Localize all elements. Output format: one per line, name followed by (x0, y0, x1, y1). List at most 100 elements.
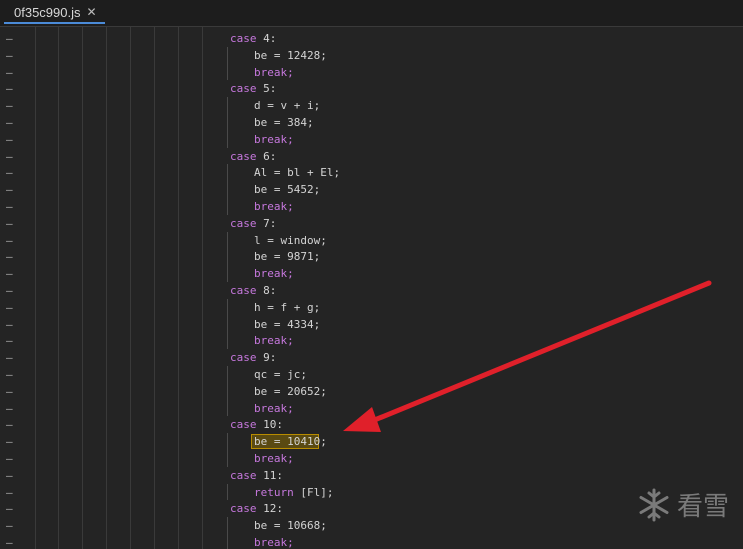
gutter-marker[interactable]: – (6, 332, 13, 349)
code-line[interactable]: – case 10: (0, 416, 743, 433)
code-line[interactable]: – be = 4334; (0, 316, 743, 333)
gutter-marker[interactable]: – (6, 248, 13, 265)
keyword-token: break; (254, 536, 294, 549)
code-token: 5: (263, 82, 277, 96)
code-line[interactable]: – case 9: (0, 349, 743, 366)
code-line[interactable]: – d = v + i; (0, 97, 743, 114)
code-line[interactable]: – break; (0, 400, 743, 417)
code-text: case 8: (230, 282, 276, 299)
gutter-marker[interactable]: – (6, 131, 13, 148)
code-line[interactable]: – case 11: (0, 467, 743, 484)
code-line[interactable]: – be = 10668; (0, 517, 743, 534)
code-text: d = v + i; (254, 97, 320, 114)
code-line[interactable]: – Al = bl + El; (0, 164, 743, 181)
gutter-marker[interactable]: – (6, 215, 13, 232)
gutter-marker[interactable]: – (6, 114, 13, 131)
gutter-marker[interactable]: – (6, 517, 13, 534)
watermark-text: 看雪 (676, 492, 729, 522)
code-text: case 7: (230, 215, 276, 232)
gutter-marker[interactable]: – (6, 383, 13, 400)
case-indent-guide (227, 483, 228, 501)
gutter-marker[interactable]: – (6, 47, 13, 64)
code-line[interactable]: – break; (0, 131, 743, 148)
gutter-marker[interactable]: – (6, 500, 13, 517)
code-text: break; (254, 198, 294, 215)
gutter-marker[interactable]: – (6, 97, 13, 114)
code-token: be = 384; (254, 116, 314, 129)
code-line[interactable]: – case 12: (0, 500, 743, 517)
code-text: case 6: (230, 148, 276, 165)
gutter-marker[interactable]: – (6, 198, 13, 215)
code-line[interactable]: – l = window; (0, 232, 743, 249)
code-line[interactable]: – return [Fl]; (0, 484, 743, 501)
code-line[interactable]: – case 7: (0, 215, 743, 232)
code-text: break; (254, 400, 294, 417)
code-line[interactable]: – h = f + g; (0, 299, 743, 316)
case-indent-guide (227, 433, 228, 467)
gutter-marker[interactable]: – (6, 148, 13, 165)
gutter-marker[interactable]: – (6, 232, 13, 249)
code-line[interactable]: – break; (0, 450, 743, 467)
gutter-marker[interactable]: – (6, 433, 13, 450)
gutter-marker[interactable]: – (6, 467, 13, 484)
code-text: break; (254, 534, 294, 549)
gutter-marker[interactable]: – (6, 181, 13, 198)
gutter-marker[interactable]: – (6, 534, 13, 549)
code-token: 7: (263, 216, 277, 230)
keyword-token: case (230, 502, 264, 516)
gutter-marker[interactable]: – (6, 400, 13, 417)
gutter-marker[interactable]: – (6, 450, 13, 467)
keyword-token: break; (254, 401, 294, 415)
code-line[interactable]: – case 5: (0, 80, 743, 97)
code-text: Al = bl + El; (254, 164, 340, 181)
code-line[interactable]: – qc = jc; (0, 366, 743, 383)
gutter-marker[interactable]: – (6, 316, 13, 333)
code-text: case 10: (230, 416, 283, 433)
gutter-marker[interactable]: – (6, 299, 13, 316)
code-editor[interactable]: – case 4: – be = 12428; – break; – case 5: – d = … (0, 27, 743, 549)
keyword-token: case (230, 149, 264, 163)
gutter-marker[interactable]: – (6, 366, 13, 383)
code-line[interactable]: – be = 9871; (0, 248, 743, 265)
keyword-token: break; (254, 65, 294, 79)
code-text: case 12: (230, 500, 283, 517)
code-line[interactable]: – case 8: (0, 282, 743, 299)
case-indent-guide (227, 46, 228, 81)
code-line[interactable]: – be = 20652; (0, 383, 743, 400)
gutter-marker[interactable]: – (6, 80, 13, 97)
code-line[interactable]: – case 6: (0, 148, 743, 165)
code-text: case 4: (230, 30, 276, 47)
keyword-token: break; (254, 452, 294, 465)
gutter-marker[interactable]: – (6, 484, 13, 501)
code-line[interactable]: – be = 5452; (0, 181, 743, 198)
gutter-marker[interactable]: – (6, 282, 13, 299)
gutter-marker[interactable]: – (6, 30, 13, 47)
tab-filename[interactable]: 0f35c990.js (14, 5, 81, 20)
snowflake-icon (639, 488, 669, 521)
code-text: be = 9871; (254, 248, 320, 265)
code-line[interactable]: – break; (0, 64, 743, 81)
gutter-marker[interactable]: – (6, 64, 13, 81)
code-line[interactable]: – be = 384; (0, 114, 743, 131)
code-line[interactable]: – break; (0, 332, 743, 349)
close-icon[interactable]: ✕ (87, 5, 97, 19)
code-text: h = f + g; (254, 299, 320, 316)
tab-bar: 0f35c990.js ✕ (0, 0, 743, 27)
gutter-marker[interactable]: – (6, 265, 13, 282)
tab-file[interactable]: 0f35c990.js ✕ (4, 2, 105, 24)
gutter-marker[interactable]: – (6, 349, 13, 366)
code-line[interactable]: – break; (0, 534, 743, 549)
code-line[interactable]: – break; (0, 198, 743, 215)
code-token: be = 4334; (254, 317, 321, 331)
code-line[interactable]: – case 4: (0, 30, 743, 47)
code-token: Al = bl + El; (254, 166, 341, 180)
case-indent-guide (227, 298, 228, 350)
code-line[interactable]: – be = 10410; (0, 433, 743, 450)
code-line[interactable]: – break; (0, 265, 743, 282)
keyword-token: case (230, 351, 264, 365)
keyword-token: break; (254, 132, 294, 146)
gutter-marker[interactable]: – (6, 164, 13, 181)
gutter-marker[interactable]: – (6, 416, 13, 433)
code-line[interactable]: – be = 12428; (0, 47, 743, 64)
code-token: [Fl]; (293, 485, 334, 499)
